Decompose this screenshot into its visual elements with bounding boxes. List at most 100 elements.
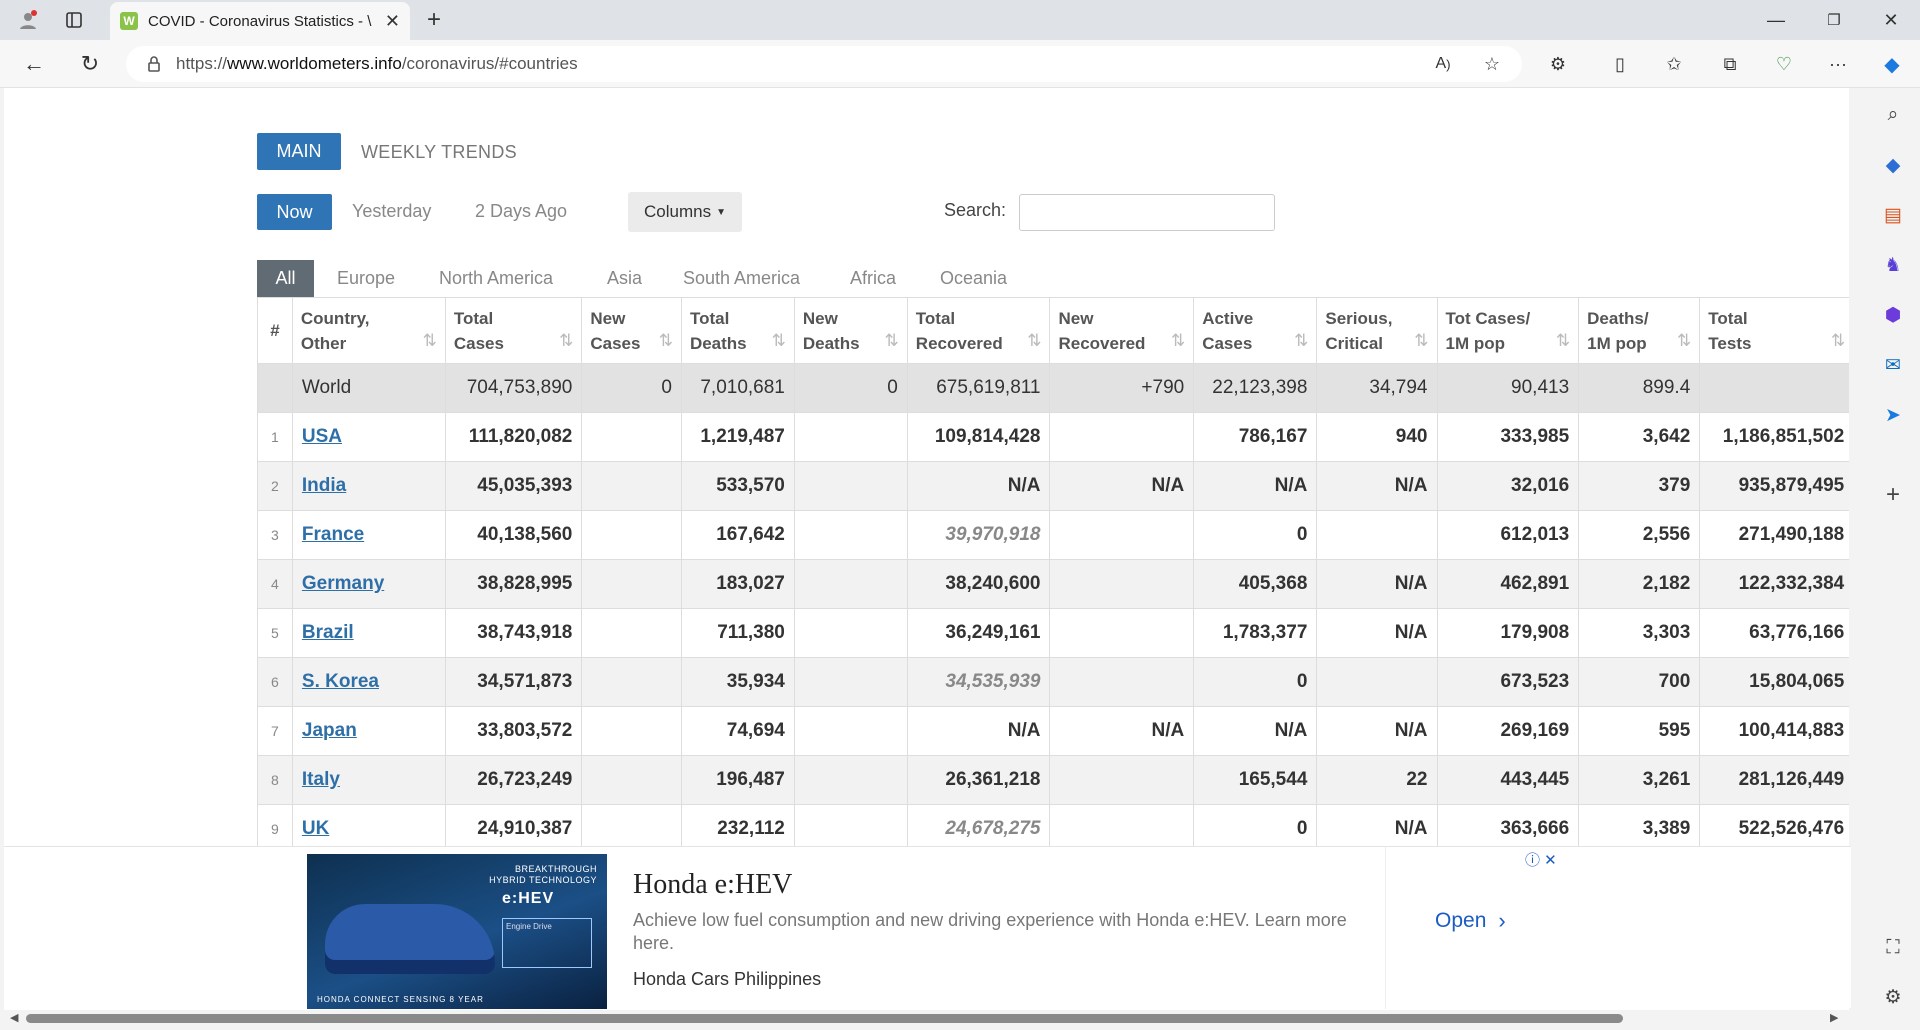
extensions-icon[interactable]: ⚙ — [1542, 48, 1574, 80]
country-link[interactable]: India — [302, 475, 346, 496]
continent-tab-north-america[interactable]: North America — [439, 260, 553, 297]
world-total-row: World 704,753,890 0 7,010,681 0 675,619,811 +7… — [257, 363, 1849, 413]
country-link[interactable]: Italy — [302, 769, 340, 790]
country-link[interactable]: USA — [302, 426, 342, 447]
sort-icon[interactable]: ⇅ — [423, 328, 437, 353]
table-cell — [581, 510, 682, 560]
games-icon[interactable]: ♞ — [1880, 252, 1906, 278]
sort-icon[interactable]: ⇅ — [1171, 328, 1185, 353]
sort-icon[interactable]: ⇅ — [1831, 328, 1845, 353]
new-tab-icon[interactable]: + — [418, 4, 450, 36]
scroll-right-arrow-icon[interactable]: ▶ — [1830, 1011, 1838, 1024]
car-shape — [325, 904, 495, 974]
column-header[interactable]: Total Deaths ⇅ — [680, 297, 795, 364]
send-icon[interactable]: ➤ — [1880, 402, 1906, 428]
sort-icon[interactable]: ⇅ — [772, 328, 786, 353]
search-icon[interactable]: ⌕ — [1880, 102, 1906, 128]
country-link[interactable]: Japan — [302, 720, 357, 741]
screenshot-icon[interactable]: ⛶ — [1880, 935, 1906, 961]
tab-close-icon[interactable]: ✕ — [385, 11, 400, 32]
country-link[interactable]: Brazil — [302, 622, 354, 643]
column-header[interactable]: New Recovered ⇅ — [1049, 297, 1195, 364]
continent-tab-europe[interactable]: Europe — [337, 260, 395, 297]
table-cell: 33,803,572 — [444, 706, 583, 756]
sort-icon[interactable]: ⇅ — [659, 328, 673, 353]
window-close-icon[interactable]: ✕ — [1875, 4, 1907, 36]
minimize-icon[interactable]: — — [1760, 4, 1792, 36]
advertisement-banner[interactable]: BREAKTHROUGH HYBRID TECHNOLOGY e:HEV Engi… — [4, 846, 1851, 1009]
ad-title[interactable]: Honda e:HEV — [633, 869, 792, 901]
sidebar-settings-gear-icon[interactable]: ⚙ — [1880, 984, 1906, 1010]
copilot-app-icon[interactable]: ⬢ — [1880, 302, 1906, 328]
scroll-left-arrow-icon[interactable]: ◀ — [10, 1011, 18, 1024]
column-header[interactable]: Total Cases ⇅ — [444, 297, 583, 364]
sort-icon[interactable]: ⇅ — [1556, 328, 1570, 353]
table-cell: 26,361,218 — [906, 755, 1051, 805]
sort-icon[interactable]: ⇅ — [1414, 328, 1428, 353]
column-header[interactable]: Deaths/1M pop ⇅ — [1578, 297, 1701, 364]
back-icon[interactable]: ← — [18, 48, 50, 80]
ad-open-button[interactable]: Open › — [1435, 908, 1506, 934]
profile-icon[interactable] — [12, 4, 44, 36]
column-header[interactable]: # — [257, 297, 293, 364]
table-cell: 462,891 — [1436, 559, 1580, 609]
country-link[interactable]: S. Korea — [302, 671, 379, 692]
sort-icon[interactable]: ⇅ — [885, 328, 899, 353]
restore-icon[interactable]: ❐ — [1818, 4, 1850, 36]
table-cell: 26,723,249 — [444, 755, 583, 805]
continent-tab-oceania[interactable]: Oceania — [940, 260, 1007, 297]
search-input[interactable] — [1019, 194, 1275, 231]
country-link[interactable]: UK — [302, 818, 329, 839]
country-cell: France — [291, 510, 446, 560]
main-tab-button[interactable]: MAIN — [257, 133, 341, 170]
column-header[interactable]: Total Recovered ⇅ — [906, 297, 1051, 364]
split-screen-icon[interactable]: ▯ — [1604, 48, 1636, 80]
column-header[interactable]: Country, Other ⇅ — [291, 297, 446, 364]
continent-tab-asia[interactable]: Asia — [607, 260, 642, 297]
outlook-icon[interactable]: ✉ — [1880, 352, 1906, 378]
column-header[interactable]: Tot Cases/1M pop ⇅ — [1436, 297, 1580, 364]
country-link[interactable]: France — [302, 524, 364, 545]
column-header[interactable]: New Cases ⇅ — [581, 297, 682, 364]
column-header[interactable]: Serious, Critical ⇅ — [1316, 297, 1438, 364]
column-header[interactable]: Total Tests ⇅ — [1699, 297, 1849, 364]
sort-icon[interactable]: ⇅ — [1027, 328, 1041, 353]
ad-close-icon[interactable]: ⓘ ✕ — [1525, 849, 1557, 870]
country-link[interactable]: Germany — [302, 573, 384, 594]
favorite-star-icon[interactable]: ☆ — [1476, 48, 1508, 80]
yesterday-tab[interactable]: Yesterday — [352, 201, 431, 222]
tools-briefcase-icon[interactable]: ▤ — [1880, 202, 1906, 228]
row-number: 5 — [257, 608, 293, 658]
countries-table: # Country, Other ⇅ Total Cases ⇅ New Cases ⇅ Total… — [257, 297, 1849, 854]
tab-actions-icon[interactable] — [58, 4, 90, 36]
horizontal-scroll-thumb[interactable] — [26, 1014, 1623, 1023]
sort-icon[interactable]: ⇅ — [559, 328, 573, 353]
sort-icon[interactable]: ⇅ — [1677, 328, 1691, 353]
column-header[interactable]: Active Cases ⇅ — [1193, 297, 1318, 364]
copilot-icon[interactable]: ◆ — [1876, 48, 1908, 80]
weekly-trends-tab[interactable]: WEEKLY TRENDS — [361, 142, 517, 163]
ad-image-headline: BREAKTHROUGH HYBRID TECHNOLOGY — [489, 864, 597, 885]
ad-image[interactable]: BREAKTHROUGH HYBRID TECHNOLOGY e:HEV Engi… — [307, 854, 607, 1009]
url-field[interactable]: https://www.worldometers.info/coronaviru… — [126, 46, 1522, 82]
browser-essentials-icon[interactable]: ♡ — [1768, 48, 1800, 80]
now-tab-button[interactable]: Now — [257, 194, 332, 230]
read-aloud-icon[interactable]: A) — [1427, 48, 1459, 80]
continent-tab-all[interactable]: All — [257, 260, 314, 297]
shopping-tag-icon[interactable]: ◆ — [1880, 152, 1906, 178]
active-tab[interactable]: W COVID - Coronavirus Statistics - \ ✕ — [110, 2, 410, 40]
favorites-icon[interactable]: ✩ — [1658, 48, 1690, 80]
more-menu-icon[interactable]: ··· — [1822, 48, 1854, 80]
column-header[interactable]: New Deaths ⇅ — [793, 297, 908, 364]
table-row: 5 Brazil 38,743,918 711,380 36,249,161 1,783,… — [257, 608, 1849, 658]
add-sidebar-app-icon[interactable]: + — [1880, 481, 1906, 508]
continent-tab-africa[interactable]: Africa — [850, 260, 896, 297]
horizontal-scrollbar[interactable]: ◀ ▶ — [4, 1010, 1851, 1026]
row-number — [257, 363, 293, 413]
sort-icon[interactable]: ⇅ — [1294, 328, 1308, 353]
two-days-ago-tab[interactable]: 2 Days Ago — [475, 201, 567, 222]
continent-tab-south-america[interactable]: South America — [683, 260, 800, 297]
columns-dropdown-button[interactable]: Columns ▼ — [628, 192, 742, 232]
collections-icon[interactable]: ⧉ — [1714, 48, 1746, 80]
refresh-icon[interactable]: ↻ — [74, 48, 106, 80]
